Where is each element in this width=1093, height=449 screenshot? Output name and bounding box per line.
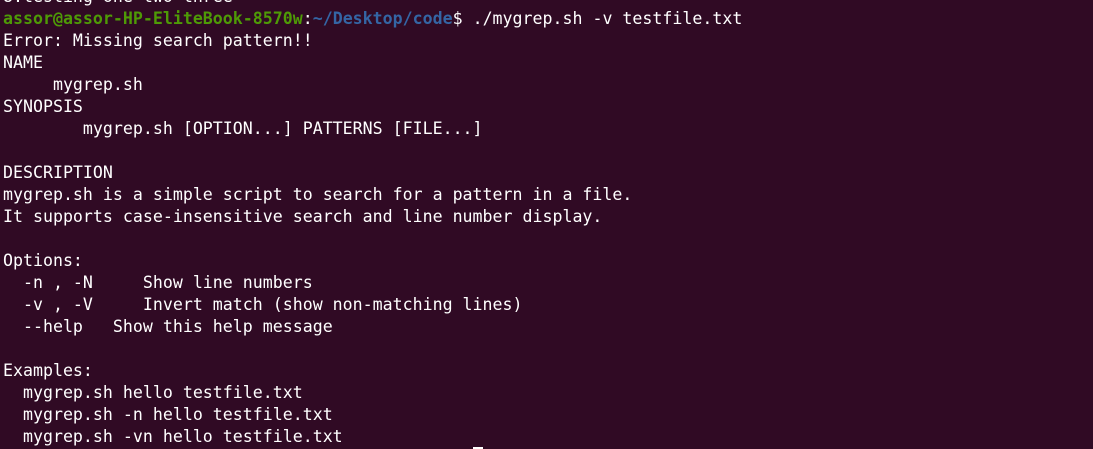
prompt-command: ./mygrep.sh -v testfile.txt — [472, 9, 743, 28]
output-line-examples-header: Examples: — [3, 361, 93, 380]
terminal-window[interactable]: 8:testing one two three assor@assor-HP-E… — [0, 0, 1093, 449]
prompt-path: ~/Desktop/code — [312, 9, 453, 28]
prompt-separator: : — [302, 9, 313, 28]
output-line-name-header: NAME — [3, 53, 43, 72]
output-line-error: Error: Missing search pattern!! — [3, 31, 313, 50]
output-line-name-value: mygrep.sh — [3, 75, 143, 94]
output-line-description-2: It supports case-insensitive search and … — [3, 207, 603, 226]
output-line-synopsis-value: mygrep.sh [OPTION...] PATTERNS [FILE...] — [3, 119, 483, 138]
output-line-example-1: mygrep.sh hello testfile.txt — [3, 383, 303, 402]
output-line-description-header: DESCRIPTION — [3, 163, 113, 182]
output-line-options-header: Options: — [3, 251, 83, 270]
output-line-example-3: mygrep.sh -vn hello testfile.txt — [3, 427, 343, 446]
output-line-previous: 8:testing one two three — [3, 0, 742, 8]
output-line-blank — [3, 228, 742, 250]
terminal-output: 8:testing one two three assor@assor-HP-E… — [3, 0, 742, 448]
prompt-symbol: $ — [452, 9, 473, 28]
output-line-synopsis-header: SYNOPSIS — [3, 97, 83, 116]
output-line-option-n: -n , -N Show line numbers — [3, 273, 313, 292]
output-line-blank — [3, 338, 742, 360]
output-line-blank — [3, 140, 742, 162]
output-line-option-v: -v , -V Invert match (show non-matching … — [3, 295, 523, 314]
prompt-user-host: assor@assor-HP-EliteBook-8570w — [3, 9, 303, 28]
output-line-option-help: --help Show this help message — [3, 317, 333, 336]
output-line-example-2: mygrep.sh -n hello testfile.txt — [3, 405, 333, 424]
prompt-line: assor@assor-HP-EliteBook-8570w:~/Desktop… — [3, 8, 742, 30]
output-line-description-1: mygrep.sh is a simple script to search f… — [3, 185, 633, 204]
